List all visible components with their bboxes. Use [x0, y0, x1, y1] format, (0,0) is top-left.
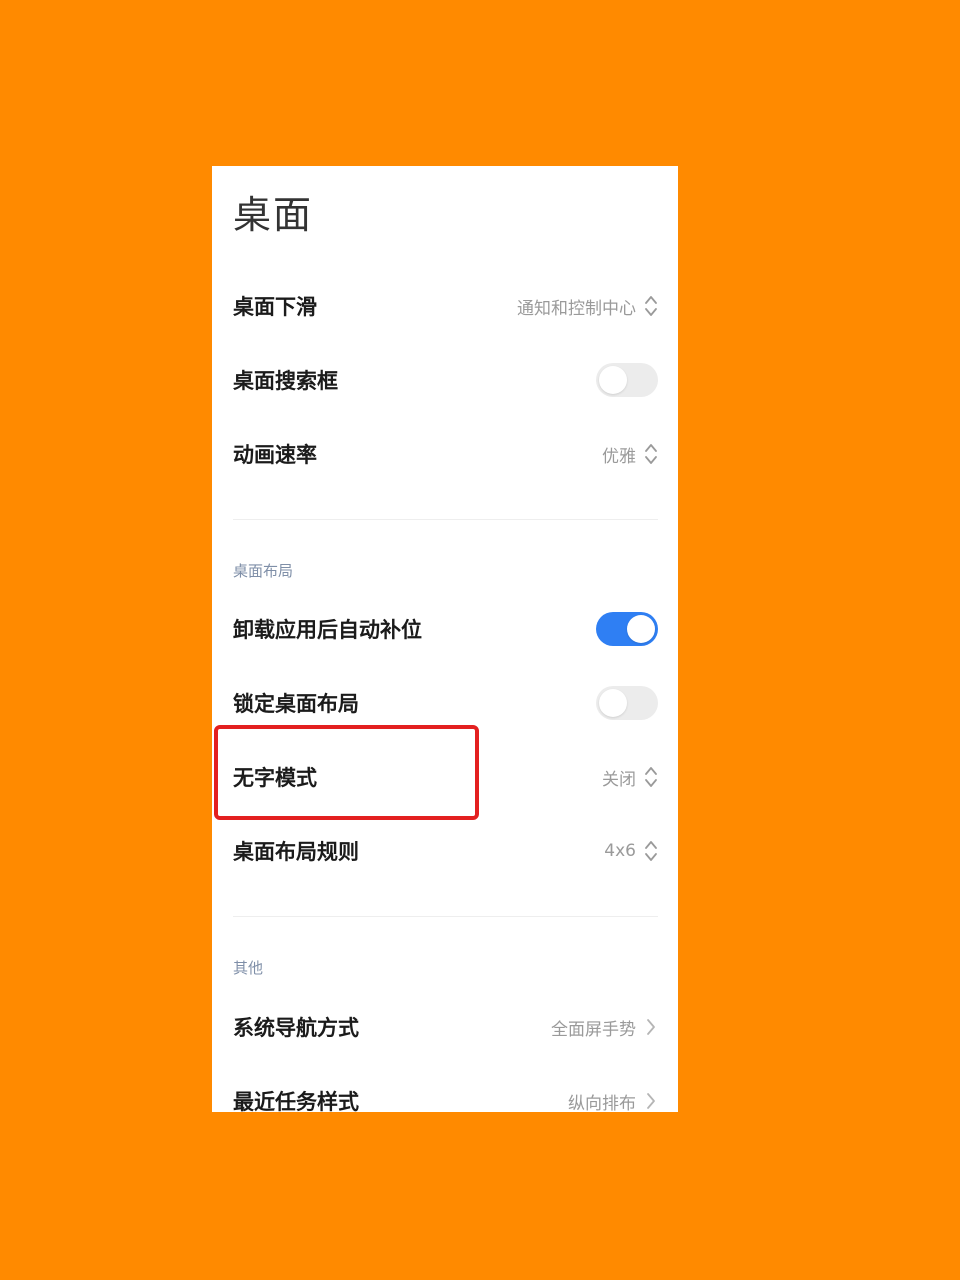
- row-desktop-layout-rule[interactable]: 桌面布局规则 4x6: [233, 814, 658, 888]
- section-header-desktop-layout: 桌面布局: [233, 562, 294, 580]
- row-value: 全面屏手势: [551, 1019, 636, 1040]
- row-animation-speed[interactable]: 动画速率 优雅: [233, 417, 658, 491]
- section-divider: [233, 916, 658, 917]
- up-down-arrows-icon: [644, 838, 658, 864]
- row-auto-fill-after-uninstall[interactable]: 卸载应用后自动补位: [233, 592, 658, 666]
- row-recent-tasks-style[interactable]: 最近任务样式 纵向排布: [233, 1064, 658, 1112]
- row-label: 系统导航方式: [233, 1016, 359, 1040]
- row-label: 最近任务样式: [233, 1090, 359, 1112]
- row-value: 关闭: [602, 769, 636, 790]
- lock-layout-toggle[interactable]: [596, 686, 658, 720]
- row-value: 纵向排布: [568, 1093, 636, 1113]
- up-down-arrows-icon: [644, 764, 658, 790]
- chevron-right-icon: [644, 1088, 658, 1112]
- section-header-other: 其他: [233, 959, 264, 977]
- row-lock-desktop-layout[interactable]: 锁定桌面布局: [233, 666, 658, 740]
- toggle-knob: [599, 689, 627, 717]
- row-desktop-swipe-down[interactable]: 桌面下滑 通知和控制中心: [233, 269, 658, 343]
- up-down-arrows-icon: [644, 293, 658, 319]
- chevron-right-icon: [644, 1014, 658, 1040]
- settings-screen: 桌面 桌面下滑 通知和控制中心 桌面搜索框 动画速率 优雅 桌面布局 卸载应用后…: [212, 166, 678, 1112]
- toggle-knob: [599, 366, 627, 394]
- row-label: 锁定桌面布局: [233, 692, 359, 716]
- row-label: 桌面布局规则: [233, 840, 359, 864]
- row-system-navigation[interactable]: 系统导航方式 全面屏手势: [233, 990, 658, 1064]
- row-no-text-mode[interactable]: 无字模式 关闭: [233, 740, 658, 814]
- page-title: 桌面: [233, 193, 314, 237]
- row-label: 动画速率: [233, 443, 317, 467]
- row-label: 桌面下滑: [233, 295, 317, 319]
- auto-fill-toggle[interactable]: [596, 612, 658, 646]
- row-label: 无字模式: [233, 766, 317, 790]
- row-value: 通知和控制中心: [517, 298, 636, 319]
- row-desktop-search-box[interactable]: 桌面搜索框: [233, 343, 658, 417]
- toggle-knob: [627, 615, 655, 643]
- row-value: 优雅: [602, 446, 636, 467]
- row-label: 桌面搜索框: [233, 369, 338, 393]
- search-box-toggle[interactable]: [596, 363, 658, 397]
- row-label: 卸载应用后自动补位: [233, 618, 422, 642]
- section-divider: [233, 519, 658, 520]
- up-down-arrows-icon: [644, 441, 658, 467]
- row-value: 4x6: [604, 841, 636, 861]
